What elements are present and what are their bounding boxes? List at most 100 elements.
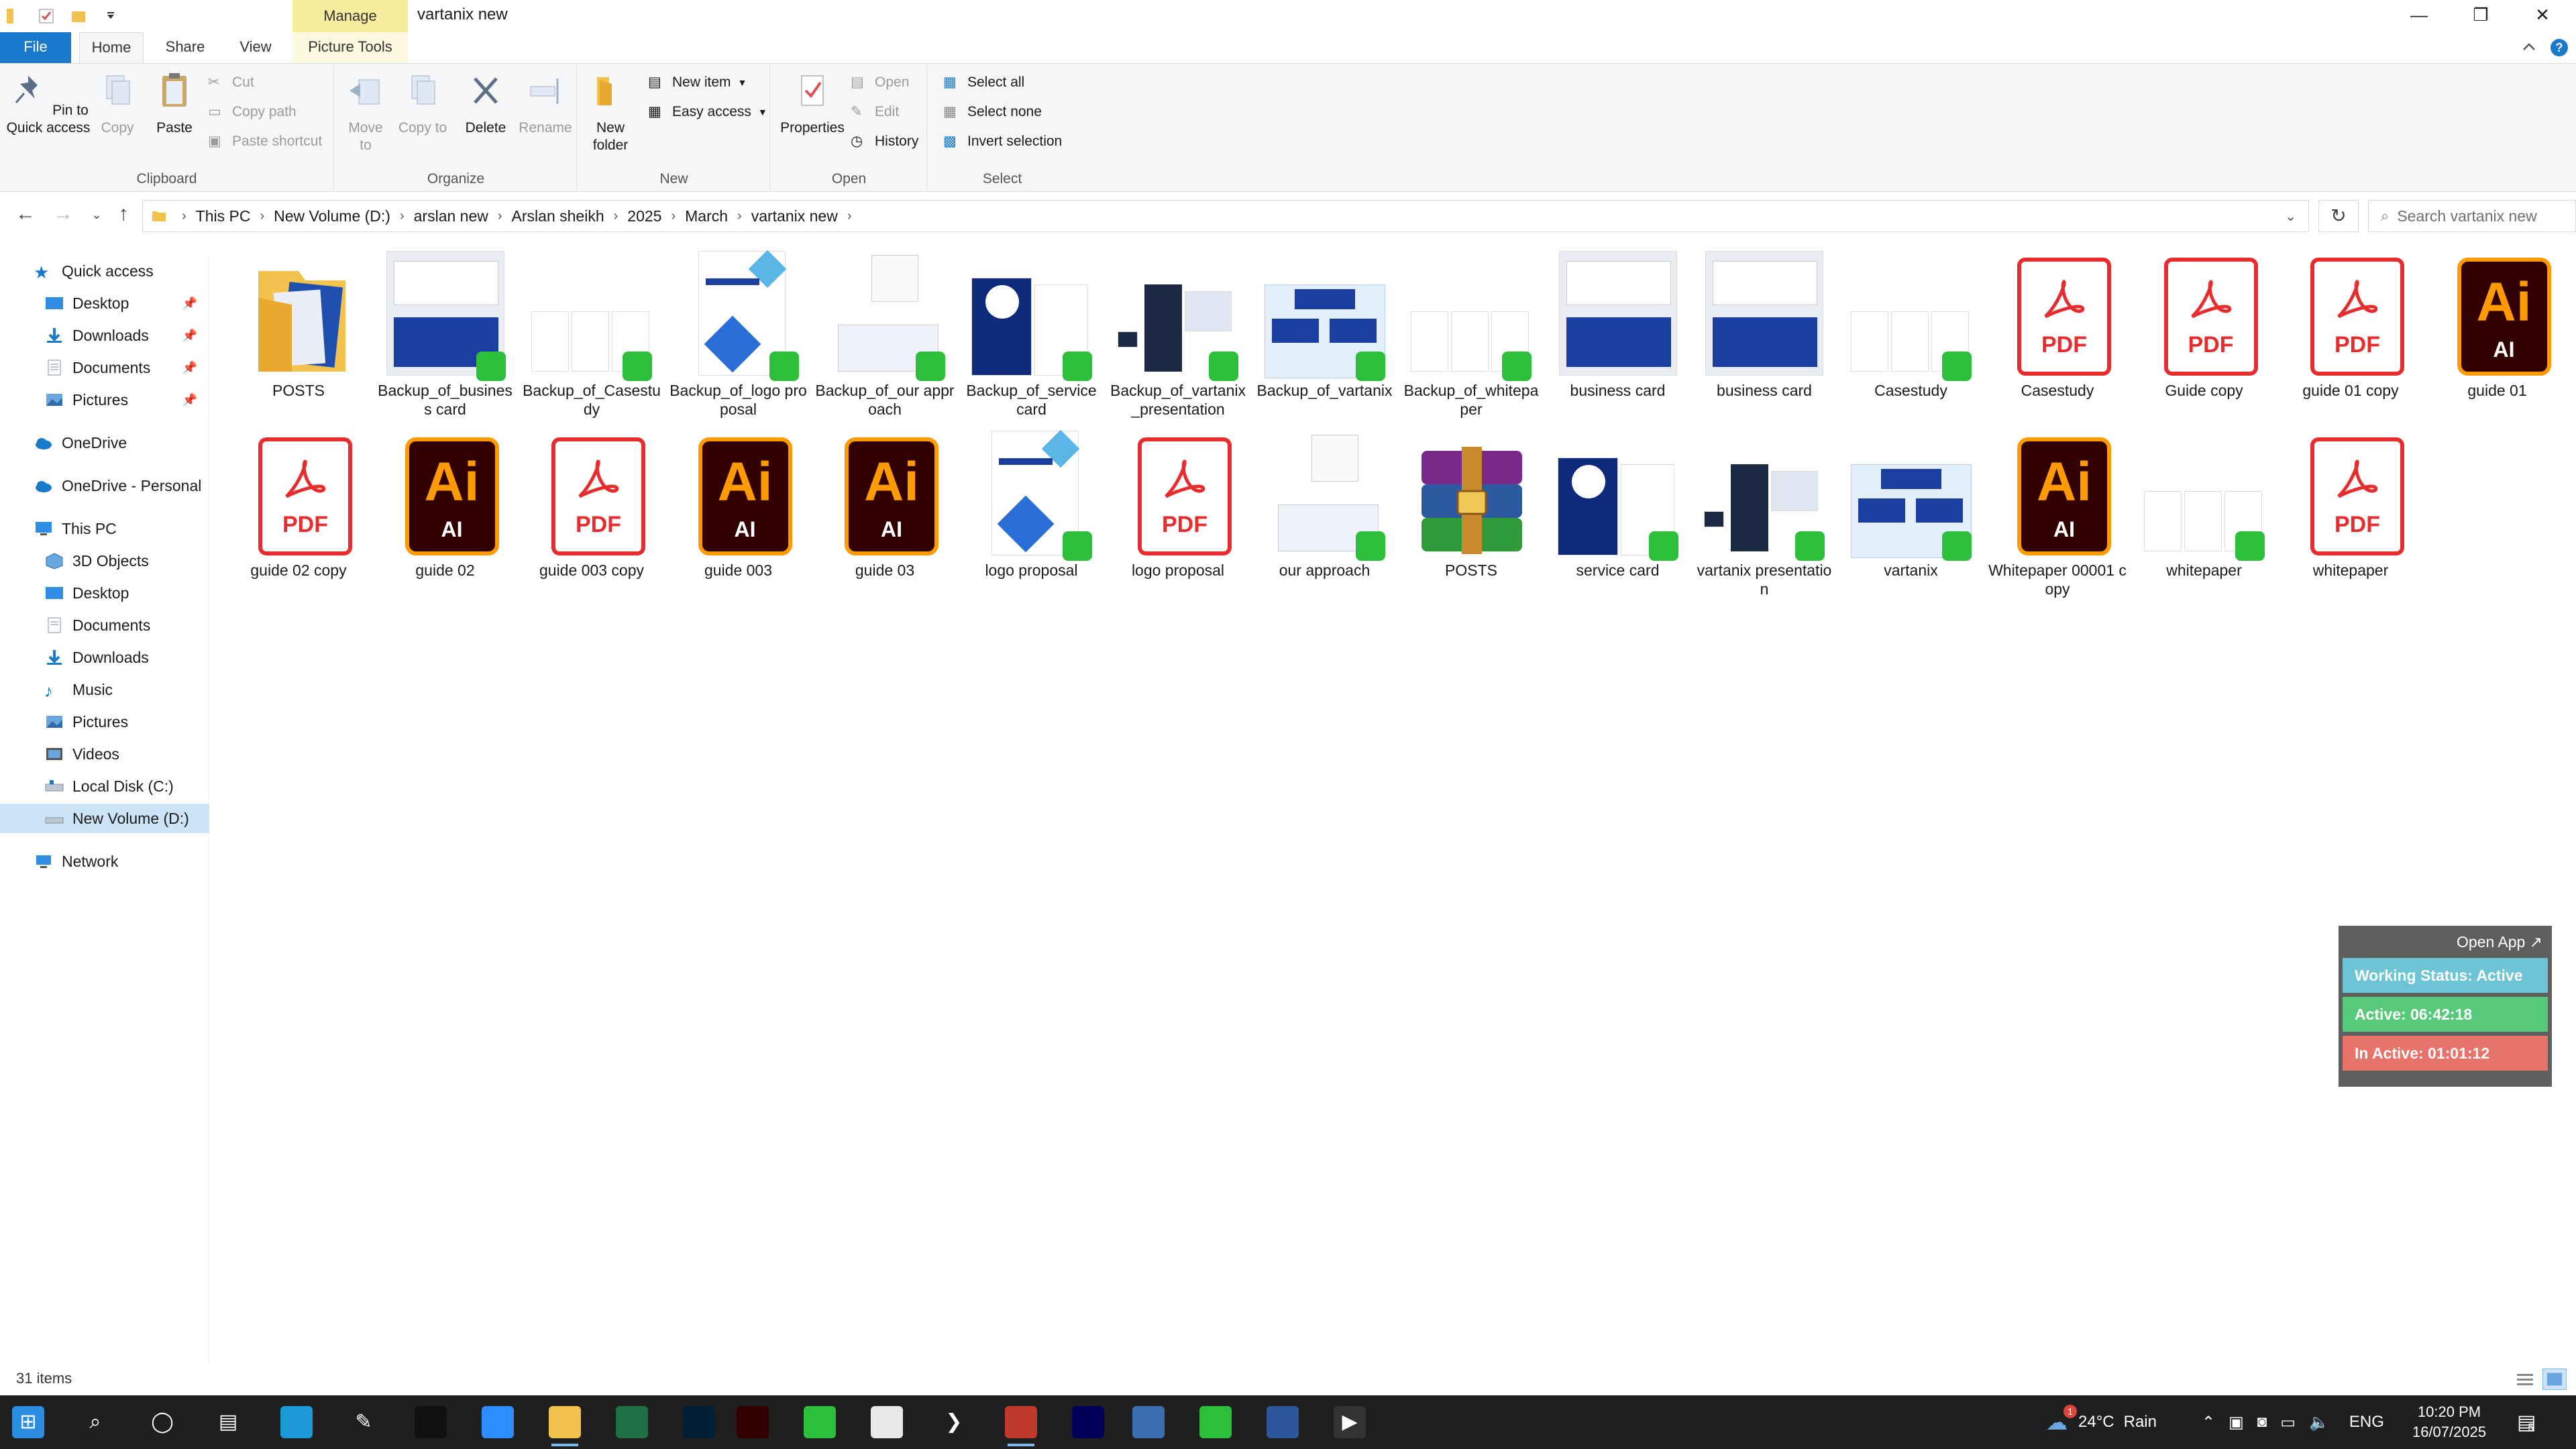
file-item[interactable]: PDF Casestudy (1987, 248, 2128, 423)
cut-button[interactable]: ✂ Cut (208, 70, 254, 95)
copy-to-button[interactable]: Copy to (397, 70, 448, 137)
nav-onedrive[interactable]: OneDrive (0, 428, 209, 458)
nav-qa-desktop[interactable]: Desktop 📌 (0, 288, 209, 318)
nav-qa-downloads[interactable]: Downloads 📌 (0, 321, 209, 350)
breadcrumb-item[interactable]: This PC (196, 207, 251, 225)
file-item[interactable]: Backup_of_business card (375, 248, 516, 423)
edit-button[interactable]: ✎ Edit (851, 100, 899, 124)
paste-button[interactable]: Paste (149, 70, 200, 137)
select-all-button[interactable]: ▦ Select all (943, 70, 1024, 95)
file-item[interactable]: Ai AI guide 02 (375, 428, 516, 602)
excel-icon[interactable] (616, 1406, 648, 1438)
file-item[interactable]: PDF whitepaper (2280, 428, 2421, 602)
nav-pc-local-disk[interactable]: Local Disk (C:) (0, 771, 209, 801)
file-item[interactable]: whitepaper (2134, 428, 2275, 602)
details-view-icon[interactable] (2513, 1368, 2537, 1390)
windows-start-icon[interactable]: ⊞ (12, 1406, 44, 1438)
file-explorer-icon[interactable] (549, 1406, 581, 1446)
volume-icon[interactable]: 🔈 (2309, 1413, 2329, 1432)
minimize-button[interactable]: — (2388, 0, 2450, 32)
vscode-icon[interactable]: ❯ (938, 1406, 970, 1438)
address-bar[interactable]: › This PC › New Volume (D:) › arslan new › A… (142, 200, 2309, 232)
nav-this-pc[interactable]: This PC (0, 514, 209, 543)
file-item[interactable]: Backup_of_our approach (814, 248, 955, 423)
network-icon[interactable]: ▭ (2280, 1413, 2296, 1432)
nav-pc-3d-objects[interactable]: 3D Objects (0, 546, 209, 576)
open-app-link[interactable]: Open App ↗ (2343, 930, 2548, 954)
nav-pc-new-volume[interactable]: New Volume (D:) (0, 804, 209, 833)
invert-selection-button[interactable]: ▩ Invert selection (943, 129, 1062, 154)
file-item[interactable]: business card (1694, 248, 1835, 423)
file-item[interactable]: Ai AI guide 03 (814, 428, 955, 602)
file-item[interactable]: Ai AI guide 01 (2427, 248, 2568, 423)
file-item[interactable]: vartanix presentation (1694, 428, 1835, 602)
move-to-button[interactable]: Move to (342, 70, 389, 154)
file-item[interactable]: PDF guide 02 copy (228, 428, 369, 602)
coreldraw-2-icon[interactable] (1199, 1406, 1232, 1438)
tab-view[interactable]: View (228, 32, 283, 63)
app-blue-icon[interactable] (1132, 1406, 1165, 1438)
back-button[interactable]: ← (12, 203, 39, 225)
file-item[interactable]: business card (1548, 248, 1688, 423)
nav-onedrive-personal[interactable]: OneDrive - Personal (0, 471, 209, 500)
illustrator-icon[interactable] (737, 1406, 769, 1438)
file-item[interactable]: Backup_of_vartanix_presentation (1108, 248, 1248, 423)
close-button[interactable]: ✕ (2512, 0, 2573, 32)
coreldraw-icon[interactable] (804, 1406, 836, 1438)
file-item[interactable]: Backup_of_whitepaper (1401, 248, 1542, 423)
breadcrumb-item[interactable]: Arslan sheikh (512, 207, 604, 225)
copy-path-button[interactable]: ▭ Copy path (208, 100, 297, 124)
file-item[interactable]: Backup_of_logo proposal (668, 248, 809, 423)
large-icons-view-icon[interactable] (2542, 1368, 2567, 1390)
file-item[interactable]: Casestudy (1841, 248, 1982, 423)
nav-qa-pictures[interactable]: Pictures 📌 (0, 385, 209, 415)
nav-network[interactable]: Network (0, 847, 209, 876)
search-icon[interactable]: ⌕ (79, 1406, 111, 1438)
recent-locations-button[interactable]: ⌄ (83, 208, 110, 222)
weather-widget[interactable]: ☁ 1 24°C Rain (2046, 1395, 2157, 1449)
tab-share[interactable]: Share (156, 32, 215, 63)
nav-qa-documents[interactable]: Documents 📌 (0, 353, 209, 382)
photoshop-icon[interactable] (683, 1406, 715, 1438)
rename-button[interactable]: Rename (517, 70, 574, 137)
file-item[interactable]: PDF guide 01 copy (2280, 248, 2421, 423)
file-item[interactable]: POSTS (1401, 428, 1542, 602)
file-item[interactable]: Backup_of_service card (961, 248, 1102, 423)
properties-button[interactable]: Properties (775, 70, 849, 137)
open-button[interactable]: ▤ Open (851, 70, 909, 95)
nav-pc-music[interactable]: ♪ Music (0, 675, 209, 704)
media-player-icon[interactable]: ▶ (1334, 1406, 1366, 1438)
pen-icon[interactable]: ✎ (347, 1406, 380, 1438)
file-item[interactable]: logo proposal (961, 428, 1102, 602)
edge-icon[interactable] (280, 1406, 313, 1438)
notification-center[interactable]: ▤ 5 (2517, 1395, 2536, 1449)
collapse-ribbon-icon[interactable] (2520, 38, 2538, 56)
file-item[interactable]: PDF Guide copy (2134, 248, 2275, 423)
restore-button[interactable]: ❐ (2450, 0, 2512, 32)
tab-picture-tools[interactable]: Picture Tools (292, 32, 408, 63)
new-item-button[interactable]: ▤ New item ▼ (648, 70, 747, 95)
nav-pc-pictures[interactable]: Pictures (0, 707, 209, 737)
terminal-icon[interactable] (415, 1406, 447, 1438)
paste-shortcut-button[interactable]: ▣ Paste shortcut (208, 129, 322, 154)
premiere-icon[interactable] (1072, 1406, 1104, 1438)
cortana-icon[interactable]: ◯ (146, 1406, 178, 1438)
camera-icon[interactable]: ◙ (2257, 1413, 2267, 1432)
file-item[interactable]: Ai AI Whitepaper 00001 copy (1987, 428, 2128, 602)
copy-button[interactable]: Copy (94, 70, 141, 137)
refresh-button[interactable]: ↻ (2318, 200, 2359, 232)
history-button[interactable]: ◷ History (851, 129, 918, 154)
tab-home[interactable]: Home (79, 32, 144, 63)
file-item[interactable]: POSTS (228, 248, 369, 423)
file-item[interactable]: PDF guide 003 copy (521, 428, 662, 602)
language-indicator[interactable]: ENG (2349, 1413, 2384, 1432)
easy-access-button[interactable]: ▦ Easy access ▼ (648, 100, 767, 124)
nav-pc-documents[interactable]: Documents (0, 610, 209, 640)
word-icon[interactable] (1267, 1406, 1299, 1438)
manage-tab[interactable]: Manage (292, 0, 408, 32)
breadcrumb-item[interactable]: March (685, 207, 728, 225)
help-icon[interactable]: ? (2549, 38, 2569, 58)
breadcrumb-item[interactable]: New Volume (D:) (274, 207, 390, 225)
new-folder-icon[interactable] (70, 7, 87, 25)
file-item[interactable]: PDF logo proposal (1108, 428, 1248, 602)
